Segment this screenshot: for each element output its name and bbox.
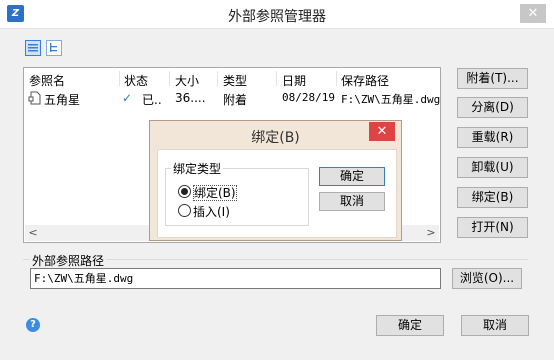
open-button[interactable]: 打开(N) (457, 217, 528, 238)
bind-dialog-cancel-button[interactable]: 取消 (319, 192, 385, 211)
column-header-status[interactable]: 状态 (124, 72, 148, 89)
window-close-button[interactable]: ✕ (520, 4, 546, 23)
scroll-left-icon[interactable]: < (25, 225, 41, 241)
bind-button[interactable]: 绑定(B) (457, 187, 528, 208)
bind-dialog-body: 绑定类型 绑定(B) 插入(I) 确定 取消 (157, 149, 397, 238)
bind-dialog-title: 绑定(B) (251, 130, 300, 146)
bind-dialog: 绑定(B) ✕ 绑定类型 绑定(B) 插入(I) 确定 取消 (149, 120, 402, 241)
row-path: F:\ZW\五角星.dwg (341, 93, 441, 106)
bind-option[interactable]: 绑定(B) (178, 184, 237, 201)
row-date: 08/28/19 (282, 91, 335, 104)
list-view-icon[interactable] (25, 40, 41, 56)
attach-button[interactable]: 附着(T)... (457, 68, 528, 89)
row-status: 已.. (142, 93, 162, 107)
column-header-name[interactable]: 参照名 (29, 72, 65, 89)
cancel-button[interactable]: 取消 (461, 315, 529, 336)
column-header-path[interactable]: 保存路径 (341, 72, 389, 89)
row-name: 五角星 (44, 93, 81, 107)
xref-path-field[interactable]: F:\ZW\五角星.dwg (30, 268, 441, 289)
browse-button[interactable]: 浏览(O)... (452, 268, 522, 289)
column-header-size[interactable]: 大小 (175, 72, 199, 89)
scroll-right-icon[interactable]: > (423, 225, 439, 241)
row-size: 36.... (175, 91, 206, 105)
file-icon (28, 91, 42, 108)
check-icon: ✓ (122, 91, 133, 105)
column-header-type[interactable]: 类型 (223, 72, 247, 89)
column-header-date[interactable]: 日期 (282, 72, 306, 89)
table-row[interactable]: 五角星 ✓ 已.. 36.... 附着 08/28/19 F:\ZW\五角星.d… (25, 89, 441, 108)
ok-button[interactable]: 确定 (376, 315, 444, 336)
title-bar: Z 外部参照管理器 ✕ (0, 0, 554, 29)
insert-option[interactable]: 插入(I) (178, 203, 230, 219)
bind-option-label: 绑定(B) (193, 185, 237, 201)
tree-view-icon[interactable] (46, 40, 62, 56)
bind-dialog-close-button[interactable]: ✕ (369, 122, 395, 141)
radio-selected-icon[interactable] (178, 185, 191, 198)
insert-option-label: 插入(I) (193, 205, 230, 219)
reload-button[interactable]: 重载(R) (457, 127, 528, 148)
window-title: 外部参照管理器 (228, 9, 326, 25)
bind-dialog-ok-button[interactable]: 确定 (319, 167, 385, 186)
unload-button[interactable]: 卸载(U) (457, 157, 528, 178)
bind-type-label: 绑定类型 (171, 160, 224, 177)
radio-unselected-icon[interactable] (178, 204, 191, 217)
row-type: 附着 (223, 93, 248, 107)
path-group-label: 外部参照路径 (30, 252, 107, 269)
help-icon[interactable]: ? (26, 318, 40, 332)
detach-button[interactable]: 分离(D) (457, 97, 528, 118)
